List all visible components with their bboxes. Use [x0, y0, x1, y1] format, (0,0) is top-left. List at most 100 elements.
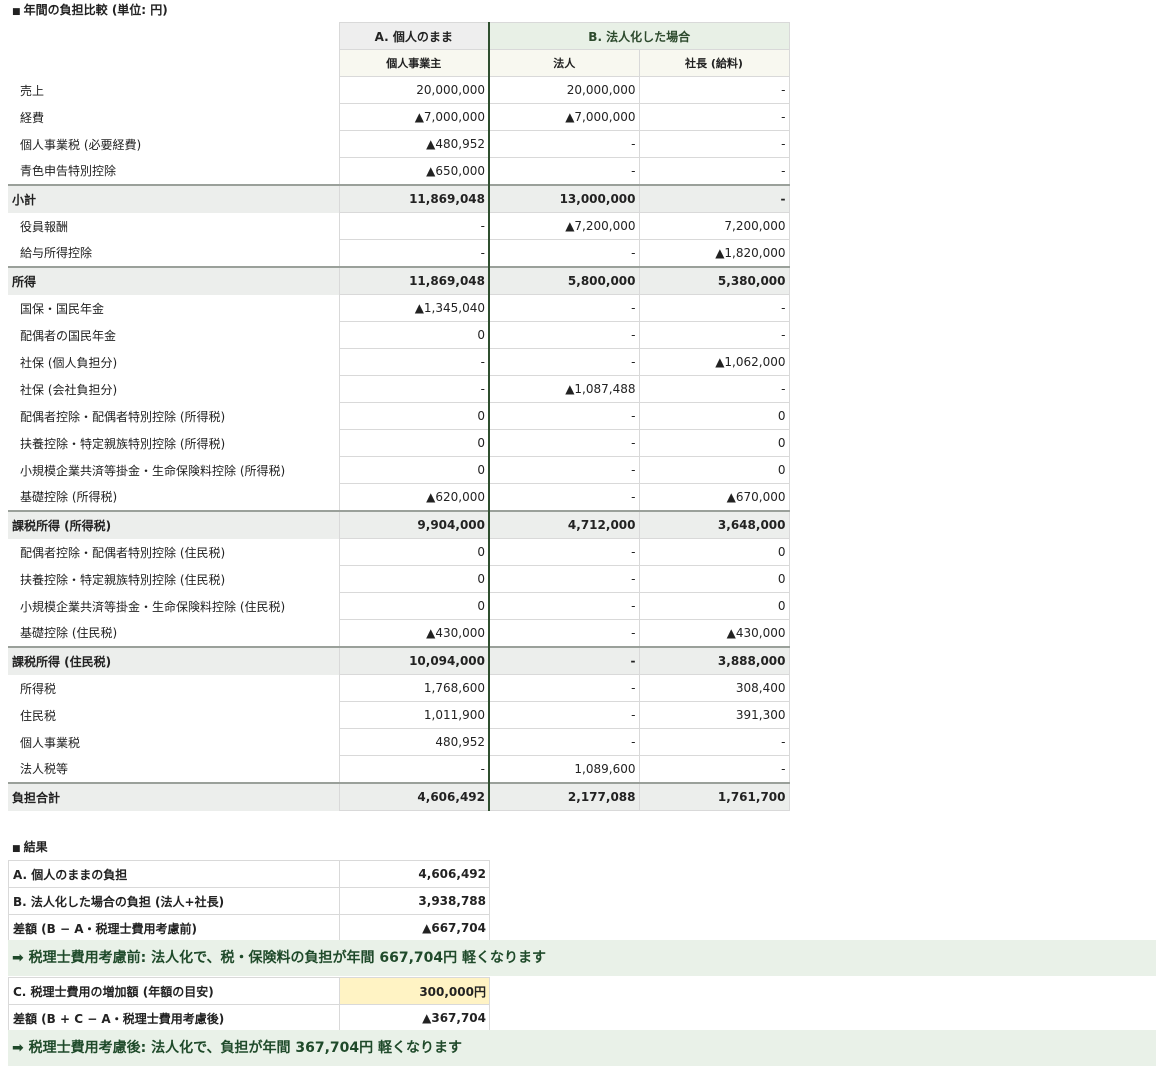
table-row: 基礎控除 (所得税) ▲620,000- ▲670,000 [8, 483, 790, 512]
row-label: 経費 [8, 103, 340, 131]
result-label: C. 税理士費用の増加額 (年額の目安) [8, 977, 340, 1005]
table-row: 配偶者控除・配偶者特別控除 (住民税) 0-0 [8, 538, 790, 566]
value-president: 308,400 [638, 674, 790, 702]
value-sole-proprietor: ▲1,345,040 [338, 294, 490, 322]
value-corporation: 4,712,000 [488, 510, 640, 539]
row-label: 所得 [8, 266, 340, 295]
value-corporation: - [488, 348, 640, 376]
row-label: 所得税 [8, 674, 340, 702]
value-president: ▲670,000 [638, 483, 790, 512]
value-corporation: 5,800,000 [488, 266, 640, 295]
comparison-title: 年間の負担比較 (単位: 円) [12, 3, 168, 19]
value-sole-proprietor: 0 [338, 456, 490, 484]
table-row: 経費 ▲7,000,000 ▲7,000,000- [8, 103, 790, 131]
row-label: 小計 [8, 184, 340, 213]
header-incorporated: B. 法人化した場合 [488, 22, 790, 50]
result-row-b: B. 法人化した場合の負担 (法人+社長) 3,938,788 [8, 887, 490, 915]
result-row-diff2: 差額 (B + C − A・税理士費用考慮後) ▲367,704 [8, 1004, 490, 1032]
tax-accountant-fee-input[interactable]: 300,000円 [339, 977, 490, 1005]
value-sole-proprietor: 1,011,900 [338, 701, 490, 729]
table-row: 売上 20,000,000 20,000,000- [8, 76, 790, 104]
row-label: 法人税等 [8, 755, 340, 783]
table-row: 配偶者の国民年金 0- - [8, 321, 790, 349]
value-president: - [638, 375, 790, 403]
row-label: 負担合計 [8, 782, 340, 811]
value-president: ▲430,000 [638, 619, 790, 648]
value-sole-proprietor: 11,869,048 [338, 266, 490, 295]
value-president: - [638, 184, 790, 213]
value-corporation: - [488, 294, 640, 322]
result-label: A. 個人のままの負担 [8, 860, 340, 888]
value-sole-proprietor: - [338, 375, 490, 403]
value-corporation: - [488, 592, 640, 620]
value-corporation: - [488, 130, 640, 158]
value-sole-proprietor: 0 [338, 565, 490, 593]
value-corporation: - [488, 619, 640, 648]
value-sole-proprietor: 0 [338, 402, 490, 430]
value-sole-proprietor: 1,768,600 [338, 674, 490, 702]
value-sole-proprietor: ▲480,952 [338, 130, 490, 158]
row-label: 配偶者控除・配偶者特別控除 (住民税) [8, 538, 340, 566]
value-president: 3,648,000 [638, 510, 790, 539]
value-president: 3,888,000 [638, 646, 790, 675]
value-sole-proprietor: 0 [338, 429, 490, 457]
value-corporation: - [488, 646, 640, 675]
comparison-table: A. 個人のまま B. 法人化した場合 個人事業主 法人 社長 (給料) 売上 2… [8, 22, 790, 811]
value-president: 0 [638, 429, 790, 457]
value-corporation: - [488, 321, 640, 349]
result-label: 差額 (B + C − A・税理士費用考慮後) [8, 1004, 340, 1032]
table-row: 負担合計 4,606,492 2,177,088 1,761,700 [8, 782, 790, 811]
table-row: 扶養控除・特定親族特別控除 (住民税) 0-0 [8, 565, 790, 593]
subheader-corporation: 法人 [488, 49, 640, 77]
result-row-c: C. 税理士費用の増加額 (年額の目安) 300,000円 [8, 977, 490, 1005]
table-row: 青色申告特別控除 ▲650,000- - [8, 157, 790, 186]
row-label: 国保・国民年金 [8, 294, 340, 322]
table-row: 国保・国民年金 ▲1,345,040- - [8, 294, 790, 322]
row-label: 個人事業税 [8, 728, 340, 756]
table-row: 配偶者控除・配偶者特別控除 (所得税) 0-0 [8, 402, 790, 430]
value-sole-proprietor: 0 [338, 321, 490, 349]
table-row: 所得 11,869,048 5,800,000 5,380,000 [8, 266, 790, 295]
row-label: 青色申告特別控除 [8, 157, 340, 185]
value-sole-proprietor: 0 [338, 592, 490, 620]
value-sole-proprietor: - [338, 239, 490, 268]
table-row: 役員報酬 - ▲7,200,000 7,200,000 [8, 212, 790, 240]
value-corporation: - [488, 429, 640, 457]
table-row: 法人税等 -1,089,600- [8, 755, 790, 784]
row-label: 小規模企業共済等掛金・生命保険料控除 (所得税) [8, 456, 340, 484]
row-label: 売上 [8, 76, 340, 104]
value-sole-proprietor: 20,000,000 [338, 76, 490, 104]
result-table: A. 個人のままの負担 4,606,492 B. 法人化した場合の負担 (法人+… [8, 860, 490, 942]
value-president: 0 [638, 592, 790, 620]
value-sole-proprietor: 480,952 [338, 728, 490, 756]
table-row: 扶養控除・特定親族特別控除 (所得税) 0-0 [8, 429, 790, 457]
value-president: 5,380,000 [638, 266, 790, 295]
value-president: - [638, 130, 790, 158]
result-value: ▲367,704 [339, 1004, 490, 1032]
row-label: 基礎控除 (住民税) [8, 619, 340, 647]
value-president: - [638, 157, 790, 186]
table-row: 個人事業税 (必要経費) ▲480,952- - [8, 130, 790, 158]
result-label: B. 法人化した場合の負担 (法人+社長) [8, 887, 340, 915]
result-value: 4,606,492 [339, 860, 490, 888]
row-label: 社保 (会社負担分) [8, 375, 340, 403]
value-sole-proprietor: 10,094,000 [338, 646, 490, 675]
value-corporation: 13,000,000 [488, 184, 640, 213]
row-label: 配偶者の国民年金 [8, 321, 340, 349]
value-president: 0 [638, 565, 790, 593]
result-value: 3,938,788 [339, 887, 490, 915]
row-label: 課税所得 (所得税) [8, 510, 340, 539]
table-row: 所得税 1,768,600-308,400 [8, 674, 790, 702]
table-row: 個人事業税 480,952- - [8, 728, 790, 756]
value-corporation: - [488, 157, 640, 186]
value-president: 1,761,700 [638, 782, 790, 811]
header-personal: A. 個人のまま [338, 22, 490, 50]
result-value: ▲667,704 [339, 914, 490, 942]
result-banner-after-fee: ➡ 税理士費用考慮後: 法人化で、負担が年間 367,704円 軽くなります [8, 1030, 1156, 1066]
row-label: 給与所得控除 [8, 239, 340, 267]
subheader-president-salary: 社長 (給料) [638, 49, 790, 77]
value-sole-proprietor: - [338, 755, 490, 784]
row-label: 個人事業税 (必要経費) [8, 130, 340, 158]
value-sole-proprietor: 0 [338, 538, 490, 566]
table-row: 小計 11,869,048 13,000,000- [8, 184, 790, 213]
